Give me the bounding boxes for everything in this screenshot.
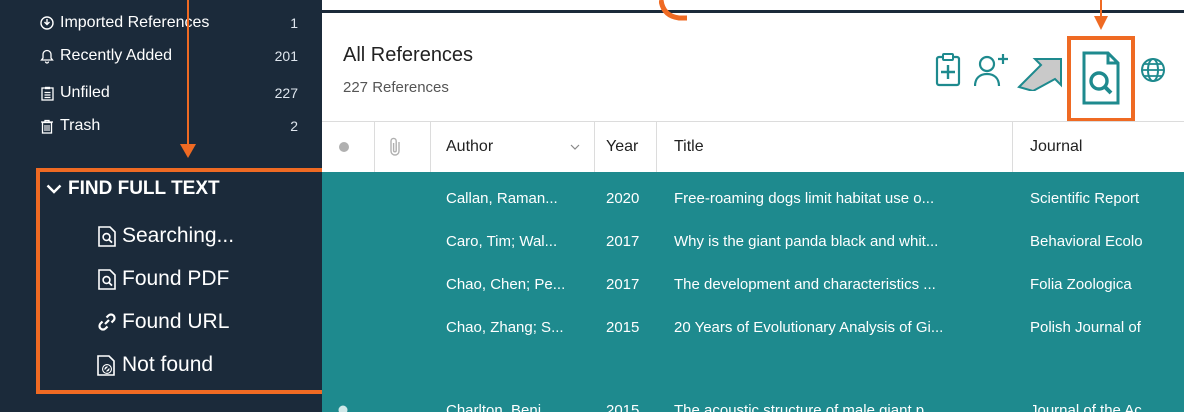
column-separator	[430, 122, 431, 172]
column-header-year[interactable]: Year	[606, 122, 656, 172]
cell-author: Chao, Chen; Pe...	[446, 275, 566, 293]
annotation-arrow-line	[187, 0, 189, 148]
sidebar-item-label: Unfiled	[60, 84, 110, 101]
find-full-text-item-not-found[interactable]: Not found 3	[96, 351, 322, 379]
sidebar-item-label: Imported References	[60, 14, 210, 31]
main-panel: All References 227 References Author Yea…	[322, 0, 1184, 412]
clipboard-icon	[38, 86, 56, 101]
cell-author: Charlton, Benj...	[446, 401, 554, 412]
fft-item-label: Not found	[122, 353, 214, 376]
find-full-text-header[interactable]: FIND FULL TEXT	[46, 178, 220, 200]
cell-year: 2017	[606, 232, 640, 250]
table-row[interactable]: Charlton, Benj... 2015 The acoustic stru…	[322, 388, 1184, 412]
cell-journal: Folia Zoologica	[1030, 275, 1132, 293]
sidebar-item-count: 227	[274, 85, 298, 101]
attachment-column-icon[interactable]	[388, 122, 418, 172]
read-status-column-icon[interactable]	[338, 122, 358, 172]
sidebar-item-label: Recently Added	[60, 47, 173, 64]
column-header-label: Journal	[1030, 138, 1083, 155]
column-header-journal[interactable]: Journal	[1030, 122, 1180, 172]
sidebar-item-imported-references[interactable]: Imported References 1	[38, 12, 298, 34]
bell-icon	[38, 49, 56, 64]
sidebar-item-recently-added[interactable]: Recently Added 201	[38, 45, 298, 67]
sidebar-item-trash[interactable]: Trash 2	[38, 115, 298, 137]
column-separator	[1012, 122, 1013, 172]
fft-item-count: 14	[310, 228, 322, 245]
search-doc-icon	[96, 225, 118, 247]
cell-year: 2015	[606, 318, 640, 336]
table-row[interactable]: Callan, Raman... 2020 Free-roaming dogs …	[322, 176, 1184, 220]
find-full-text-title: FIND FULL TEXT	[68, 178, 220, 199]
cell-author: Callan, Raman...	[446, 189, 558, 207]
table-body: Callan, Raman... 2020 Free-roaming dogs …	[322, 172, 1184, 412]
cell-journal: Polish Journal of	[1030, 318, 1141, 336]
chevron-down-icon	[570, 144, 580, 151]
cell-title: 20 Years of Evolutionary Analysis of Gi.…	[674, 318, 944, 336]
add-person-icon[interactable]	[972, 50, 1012, 90]
cell-year: 2020	[606, 189, 640, 207]
link-icon	[96, 312, 118, 332]
sidebar: Imported References 1 Recently Added 201…	[0, 0, 322, 412]
cell-year: 2017	[606, 275, 640, 293]
cell-journal: Scientific Report	[1030, 189, 1140, 207]
column-separator	[594, 122, 595, 172]
column-header-author[interactable]: Author	[446, 122, 586, 172]
sidebar-item-unfiled[interactable]: Unfiled 227	[38, 82, 298, 104]
globe-icon[interactable]	[1138, 52, 1168, 88]
sidebar-item-count: 2	[290, 118, 298, 134]
trash-icon	[38, 119, 56, 134]
sidebar-item-count: 1	[290, 15, 298, 31]
cell-journal: Journal of the Ac	[1030, 401, 1142, 412]
chevron-down-icon	[46, 183, 62, 195]
table-header: Author Year Title Journal	[322, 121, 1184, 173]
fft-item-label: Searching...	[122, 224, 235, 247]
column-header-label: Year	[606, 138, 639, 155]
table-row[interactable]: Chao, Chen; Pe... 2017 The development a…	[322, 262, 1184, 306]
annotation-arrow-head-right	[1094, 16, 1108, 30]
column-separator	[656, 122, 657, 172]
cell-title: The acoustic structure of male giant p..…	[674, 401, 937, 412]
annotation-arrow-head	[180, 144, 196, 158]
find-full-text-highlight-box	[1067, 36, 1135, 122]
cell-title: Free-roaming dogs limit habitat use o...	[674, 189, 935, 207]
new-reference-icon[interactable]	[932, 50, 964, 90]
search-doc-icon	[96, 268, 118, 290]
column-header-title[interactable]: Title	[674, 122, 1004, 172]
annotation-arc	[659, 0, 687, 21]
page-title: All References	[343, 44, 474, 66]
share-arrow-icon[interactable]	[1016, 48, 1068, 92]
find-full-text-item-found-pdf[interactable]: Found PDF 2	[96, 265, 322, 293]
cell-title: The development and characteristics ...	[674, 275, 936, 293]
table-row[interactable]: Caro, Tim; Wal... 2017 Why is the giant …	[322, 219, 1184, 263]
top-border	[322, 10, 1184, 13]
find-full-text-item-found-url[interactable]: Found URL 2	[96, 308, 322, 336]
sidebar-item-label: Trash	[60, 117, 101, 134]
cell-year: 2015	[606, 401, 640, 412]
cell-journal: Behavioral Ecolo	[1030, 232, 1143, 250]
column-header-label: Title	[674, 138, 704, 155]
fft-item-label: Found URL	[122, 310, 230, 333]
column-header-label: Author	[446, 138, 494, 155]
fft-item-count: 2	[310, 314, 322, 331]
fft-item-count: 3	[310, 357, 322, 374]
not-found-doc-icon	[96, 354, 118, 376]
sidebar-item-count: 201	[274, 48, 298, 64]
cell-title: Why is the giant panda black and whit...	[674, 232, 939, 250]
import-icon	[38, 16, 56, 30]
reference-count: 227 References	[343, 79, 449, 96]
unread-dot-icon	[338, 388, 358, 412]
find-full-text-item-searching[interactable]: Searching... 14	[96, 222, 322, 250]
column-separator	[374, 122, 375, 172]
table-row[interactable]: Chao, Zhang; S... 2015 20 Years of Evolu…	[322, 305, 1184, 349]
fft-item-label: Found PDF	[122, 267, 230, 290]
cell-author: Chao, Zhang; S...	[446, 318, 564, 336]
fft-item-count: 2	[310, 271, 322, 288]
cell-author: Caro, Tim; Wal...	[446, 232, 558, 250]
